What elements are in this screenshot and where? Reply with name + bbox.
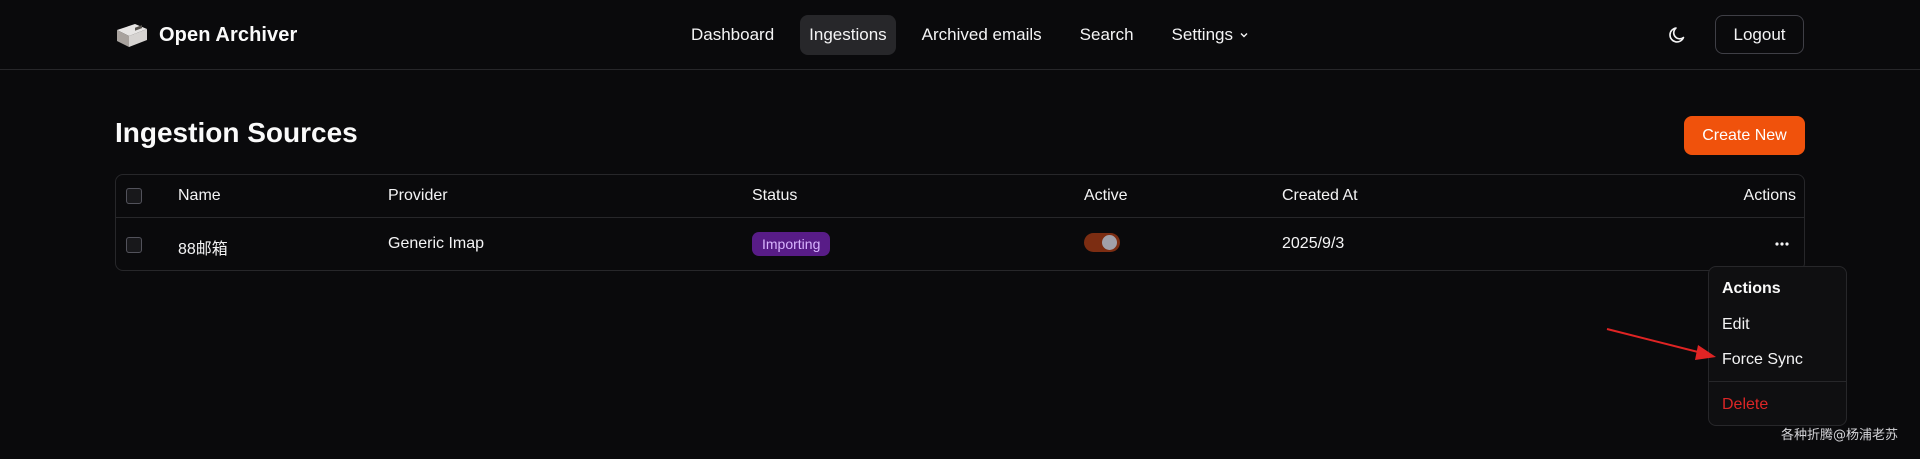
- page-title: Ingestion Sources: [115, 117, 358, 148]
- column-header-actions: Actions: [1743, 187, 1796, 204]
- chevron-down-icon: [1240, 33, 1248, 38]
- menu-item-force-sync[interactable]: Force Sync: [1722, 351, 1803, 369]
- source-created-at: 2025/9/3: [1282, 235, 1345, 252]
- row-select-checkbox[interactable]: [126, 237, 142, 253]
- menu-item-edit[interactable]: Edit: [1722, 316, 1750, 334]
- column-header-status[interactable]: Status: [752, 187, 797, 205]
- nav-ingestions[interactable]: Ingestions: [800, 15, 896, 55]
- more-horizontal-icon: [1775, 242, 1789, 246]
- source-provider: Generic Imap: [388, 235, 485, 252]
- column-header-name[interactable]: Name: [178, 187, 221, 205]
- menu-divider: [1709, 381, 1846, 382]
- active-toggle[interactable]: [1084, 233, 1120, 252]
- nav-settings-label: Settings: [1171, 25, 1233, 44]
- table-row[interactable]: 88邮箱 Generic Imap Importing 2025/9/3: [116, 218, 1804, 270]
- select-all-checkbox[interactable]: [126, 188, 142, 204]
- column-header-provider[interactable]: Provider: [388, 187, 448, 205]
- nav-settings[interactable]: Settings: [1157, 15, 1264, 55]
- logout-button[interactable]: Logout: [1715, 15, 1804, 54]
- row-actions-menu: Actions Edit Force Sync Delete: [1708, 266, 1847, 426]
- nav-archived-emails[interactable]: Archived emails: [907, 15, 1057, 55]
- column-header-active[interactable]: Active: [1084, 187, 1128, 205]
- nav-search[interactable]: Search: [1065, 15, 1149, 55]
- menu-item-delete[interactable]: Delete: [1722, 396, 1768, 414]
- create-new-button[interactable]: Create New: [1684, 116, 1805, 155]
- archive-box-icon: [117, 24, 147, 47]
- column-header-created-at[interactable]: Created At: [1282, 187, 1358, 205]
- watermark: 各种折腾@杨浦老苏: [1781, 428, 1899, 443]
- row-actions-button[interactable]: [1770, 232, 1794, 256]
- toggle-knob: [1102, 235, 1117, 250]
- ingestion-sources-table: Name Provider Status Active Created At A…: [115, 174, 1805, 271]
- moon-icon[interactable]: [1667, 24, 1689, 46]
- app-logo[interactable]: Open Archiver: [115, 21, 297, 49]
- menu-title: Actions: [1722, 280, 1781, 297]
- table-header-row: Name Provider Status Active Created At A…: [116, 175, 1804, 218]
- app-name: Open Archiver: [159, 23, 298, 46]
- status-badge: Importing: [752, 232, 831, 256]
- source-name: 88邮箱: [178, 241, 228, 258]
- top-header: Open Archiver Dashboard Ingestions Archi…: [0, 0, 1920, 70]
- main-nav: Dashboard Ingestions Archived emails Sea…: [676, 15, 1264, 55]
- nav-dashboard[interactable]: Dashboard: [676, 15, 789, 55]
